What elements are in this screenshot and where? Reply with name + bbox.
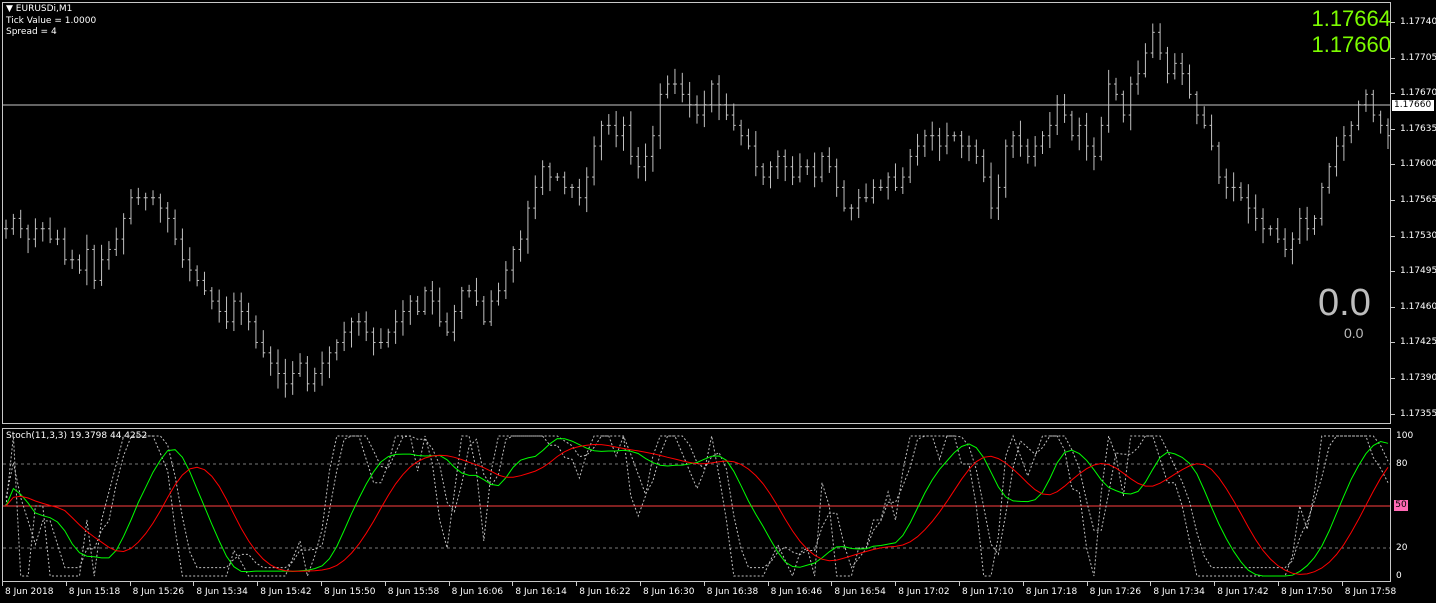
oscillator-axis-label: 0 [1396,571,1402,581]
time-axis-tick [1214,582,1216,586]
price-axis-label: 1.17740 [1400,17,1436,27]
stoch-main-line [5,438,1389,577]
time-axis-tick [640,582,641,586]
time-axis-tick [1278,582,1279,586]
current-price-marker: 1.17660 [1392,100,1434,111]
time-axis-label: 8 Jun 15:42 [260,587,312,597]
time-axis-tick [321,582,322,586]
price-axis-tick [1391,22,1395,23]
time-axis-tick [576,582,578,586]
price-axis-label: 1.17565 [1400,195,1436,205]
oscillator-axis-label: 80 [1396,459,1408,469]
time-axis-tick [831,582,833,586]
time-axis-label: 8 Jun 17:34 [1153,587,1205,597]
price-axis-tick [1391,306,1395,308]
price-axis-tick [1391,93,1395,95]
price-axis-label: 1.17705 [1400,52,1436,63]
price-axis-tick [1391,378,1395,379]
price-axis-tick [1391,57,1395,59]
price-axis-tick [1391,342,1395,344]
price-axis-label: 1.17530 [1400,230,1436,241]
large-value-label: 0.0 [1318,282,1371,324]
oscillator-axis-label: 100 [1396,431,1414,441]
small-value-label: 0.0 [1344,325,1364,341]
price-axis-label: 1.17460 [1400,301,1436,312]
ask-quote: 1.17660 [1311,32,1391,57]
price-axis-tick [1391,128,1395,130]
chart-plot-layer [3,23,1390,578]
time-axis-label: 8 Jun 15:50 [324,587,376,597]
time-axis-label: 8 Jun 16:06 [451,587,504,597]
time-axis-tick [1086,582,1088,586]
time-axis-label: 8 Jun 16:30 [643,587,695,597]
time-axis-label: 8 Jun 17:42 [1217,587,1269,597]
time-axis-tick [448,582,450,586]
bid-quote: 1.17664 [1311,6,1391,31]
time-axis-label: 8 Jun 15:26 [132,587,185,597]
time-axis-tick [512,582,514,586]
time-axis-tick [895,582,897,586]
price-axis-label: 1.17390 [1400,373,1436,383]
time-axis-label: 8 Jun 15:58 [387,587,440,597]
time-axis-label: 8 Jun 16:22 [579,587,631,597]
time-axis-label: 8 Jun 15:18 [68,587,121,597]
price-axis-tick [1391,271,1395,273]
time-axis-tick [2,582,3,586]
time-axis-tick [129,582,131,586]
time-axis-tick [257,582,259,586]
price-axis-tick [1391,200,1395,201]
price-axis-label: 1.17495 [1400,266,1436,277]
oscillator-axis-label: 20 [1396,543,1408,553]
price-axis-label: 1.17670 [1400,88,1436,99]
time-axis-tick [767,582,769,586]
time-axis-label: 8 Jun 17:50 [1281,587,1333,597]
time-axis-tick [1341,582,1343,586]
time-axis-label: 8 Jun 16:54 [834,587,886,597]
time-axis-label: 8 Jun 16:38 [706,587,759,597]
time-axis-tick [1022,582,1024,586]
time-axis-tick [193,582,195,586]
time-axis-tick [703,582,705,586]
price-axis-label: 1.17425 [1400,337,1436,348]
price-axis-tick [1391,413,1395,415]
time-axis-tick [65,582,67,586]
time-axis-label: 8 Jun 16:14 [515,587,567,597]
price-axis-label: 1.17635 [1400,123,1436,134]
level-50-marker: 50 [1394,500,1408,511]
time-axis-tick [384,582,386,586]
time-axis-label: 8 Jun 17:10 [962,587,1014,597]
time-axis-label: 8 Jun 16:46 [770,587,823,597]
time-axis-tick [1150,582,1152,586]
time-axis-label: 8 Jun 17:58 [1344,587,1397,597]
price-axis-label: 1.17355 [1400,408,1436,419]
time-axis-tick [959,582,960,586]
price-axis-tick [1391,164,1395,166]
time-axis-label: 8 Jun 17:18 [1025,587,1078,597]
time-axis-label: 8 Jun 17:02 [898,587,950,597]
time-axis-label: 8 Jun 15:34 [196,587,248,597]
time-axis-label: 8 Jun 17:26 [1089,587,1142,597]
price-axis-label: 1.17600 [1400,159,1436,170]
price-axis-tick [1391,235,1395,237]
time-axis-label: 8 Jun 2018 [5,587,54,597]
